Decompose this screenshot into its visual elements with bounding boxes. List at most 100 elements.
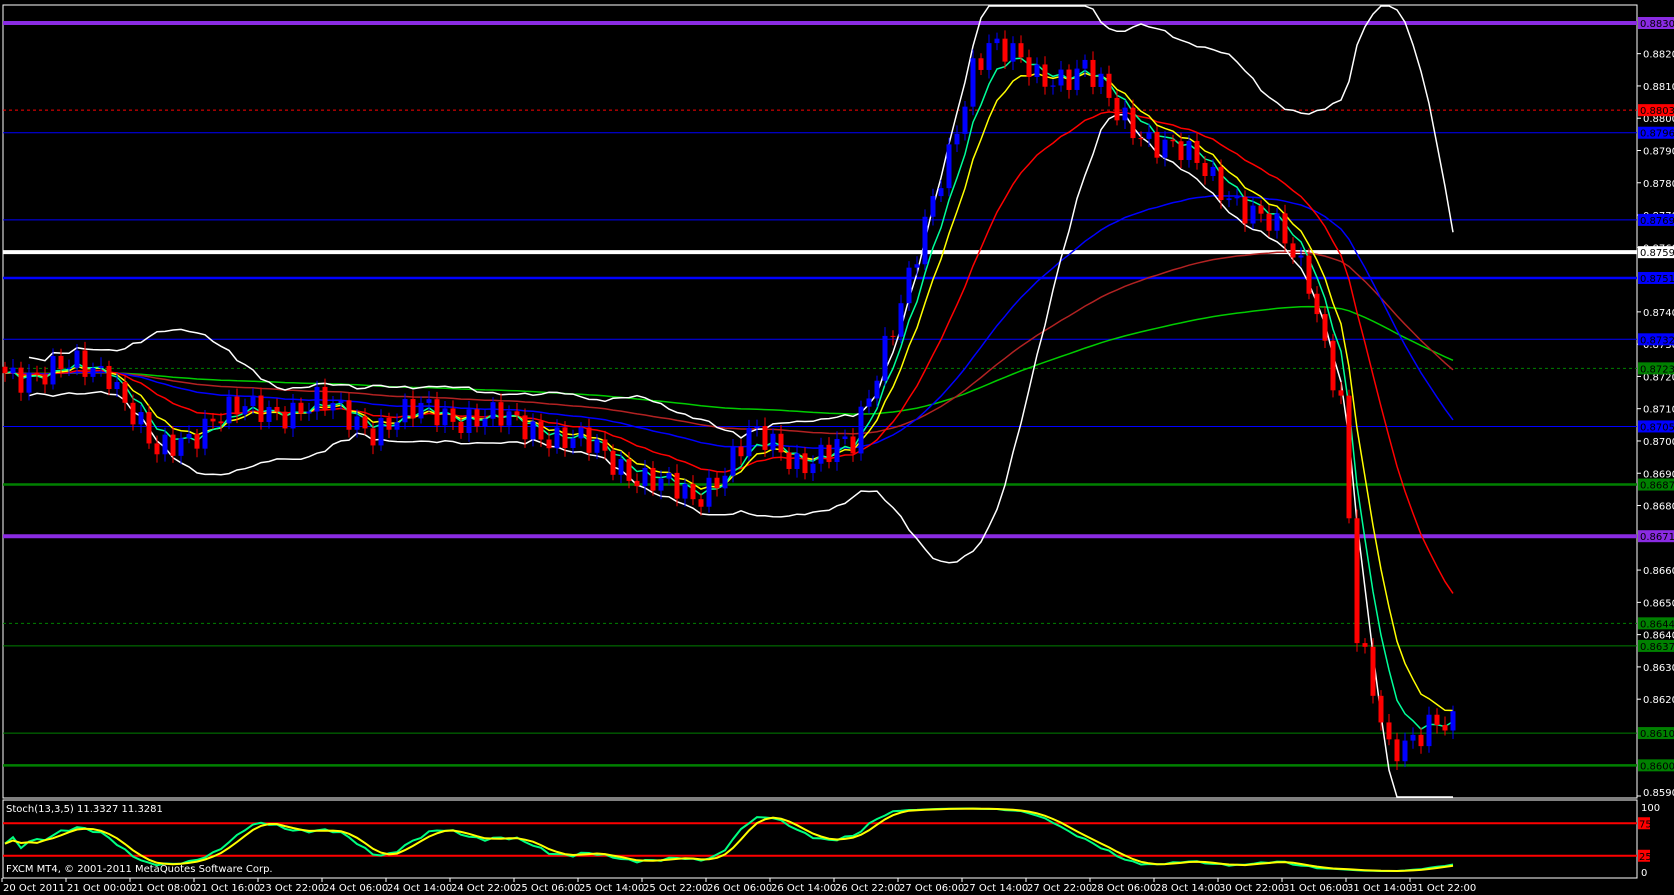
candle-body [1434,714,1440,725]
candle-body [746,428,752,457]
price-tick-label: 0.86305 [1643,663,1674,674]
candle-body [178,438,184,456]
candle-body [770,433,776,450]
candle-body [170,434,176,456]
candle-body [482,418,488,427]
bollinger-upper-line [28,5,1454,439]
time-label: 21 Oct 08:00 [131,883,196,894]
candle-body [626,459,632,481]
candle-body [218,421,224,424]
candle-body [1410,734,1416,741]
time-label: 25 Oct 06:00 [515,883,580,894]
candle-body [2,366,8,374]
candle-body [10,367,16,374]
candle-body [1362,643,1368,647]
price-level-label: 0.87960 [1640,129,1674,140]
time-label: 24 Oct 22:00 [451,883,516,894]
candle-body [234,396,240,415]
time-label: 27 Oct 22:00 [1027,883,1092,894]
candle-body [370,428,376,446]
indicator-lines [4,5,1454,798]
ma-55-line [4,195,1454,450]
candle-body [586,427,592,453]
candle-body [762,426,768,450]
price-level-label: 0.86100 [1640,729,1674,740]
candle-body [1386,722,1392,740]
price-tick-label: 0.87405 [1643,308,1674,319]
stoch-main-line [4,807,1454,872]
candle-body [1122,107,1128,121]
time-label: 28 Oct 06:00 [1091,883,1156,894]
candle-body [690,483,696,500]
candle-body [1306,255,1312,294]
price-level-label: 0.87690 [1640,216,1674,227]
stoch-signal-line [4,807,1454,873]
candles [2,30,1456,770]
candle-body [1234,196,1240,199]
candle-body [290,402,296,429]
candle-body [1426,714,1432,747]
price-level-label: 0.86710 [1640,532,1674,543]
candle-body [258,395,264,422]
price-chart[interactable]: 0.882050.881050.880050.879050.878050.877… [0,0,1674,895]
candle-body [90,368,96,377]
candle-body [58,355,64,370]
candle-body [1130,107,1136,139]
price-level-label: 0.87050 [1640,422,1674,433]
candle-body [898,303,904,337]
candle-body [1330,340,1336,391]
candle-body [26,372,32,393]
time-label: 24 Oct 06:00 [323,883,388,894]
candle-body [418,402,424,419]
price-level-label: 0.86000 [1640,761,1674,772]
price-tick-label: 0.86805 [1643,502,1674,513]
price-level-label: 0.87590 [1640,248,1674,259]
ma-200-line [4,305,1454,415]
price-level-label: 0.87320 [1640,335,1674,346]
candle-body [354,416,360,430]
candle-body [1162,139,1168,158]
candle-body [834,439,840,463]
time-axis: 20 Oct 2011 21 Oct 00:0021 Oct 08:0021 Oc… [1,878,1476,894]
candle-body [306,411,312,414]
candle-body [242,406,248,415]
candle-body [930,196,936,217]
time-label: 25 Oct 22:00 [643,883,708,894]
candle-body [1378,695,1384,723]
time-label: 26 Oct 22:00 [835,883,900,894]
candle-body [378,417,384,446]
price-level-label: 0.87230 [1640,364,1674,375]
time-label: 20 Oct 2011 [3,883,65,894]
candle-body [498,402,504,426]
candle-body [810,463,816,474]
candle-body [674,472,680,499]
candle-body [202,418,208,449]
candle-body [506,411,512,426]
candle-body [866,398,872,407]
candle-body [82,350,88,377]
candle-body [650,467,656,491]
candle-body [162,434,168,455]
price-tick-label: 0.88105 [1643,82,1674,93]
candle-body [890,335,896,337]
candle-body [570,438,576,449]
candle-body [514,411,520,416]
candle-body [522,415,528,440]
candle-body [1370,646,1376,696]
candle-body [562,427,568,449]
candle-body [194,433,200,449]
time-label: 28 Oct 14:00 [1155,883,1220,894]
candle-body [914,264,920,268]
time-label: 31 Oct 14:00 [1347,883,1412,894]
candle-body [634,480,640,487]
candle-body [714,477,720,489]
time-label: 26 Oct 06:00 [707,883,772,894]
candle-body [1418,734,1424,747]
candle-body [106,365,112,390]
candle-body [618,459,624,475]
candle-body [1266,213,1272,231]
candle-body [938,188,944,197]
candle-body [778,433,784,453]
price-tick-label: 0.86605 [1643,566,1674,577]
candle-body [1154,131,1160,158]
